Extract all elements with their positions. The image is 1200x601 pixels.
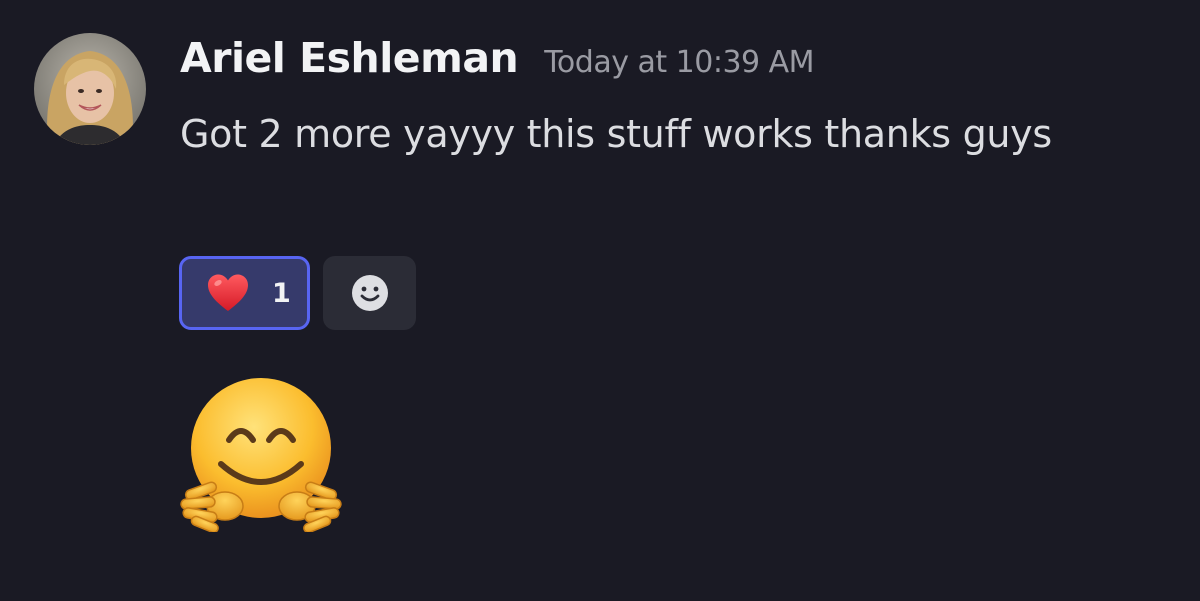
reaction-count: 1 <box>272 277 291 309</box>
hugging-face-emoji <box>179 378 343 534</box>
smiley-icon <box>351 275 388 311</box>
message-timestamp: Today at 10:39 AM <box>544 45 815 80</box>
add-reaction-button[interactable] <box>323 256 416 330</box>
message-header: Ariel Eshleman Today at 10:39 AM <box>180 34 815 82</box>
heart-emoji-icon <box>208 274 248 311</box>
message-text: Got 2 more yayyy this stuff works thanks… <box>180 112 1052 156</box>
author-name[interactable]: Ariel Eshleman <box>180 34 519 82</box>
chat-message: Ariel Eshleman Today at 10:39 AM Got 2 m… <box>0 0 1200 601</box>
reaction-bar: 1 <box>179 256 416 330</box>
heart-reaction-button[interactable]: 1 <box>179 256 310 330</box>
user-avatar[interactable] <box>34 33 146 145</box>
